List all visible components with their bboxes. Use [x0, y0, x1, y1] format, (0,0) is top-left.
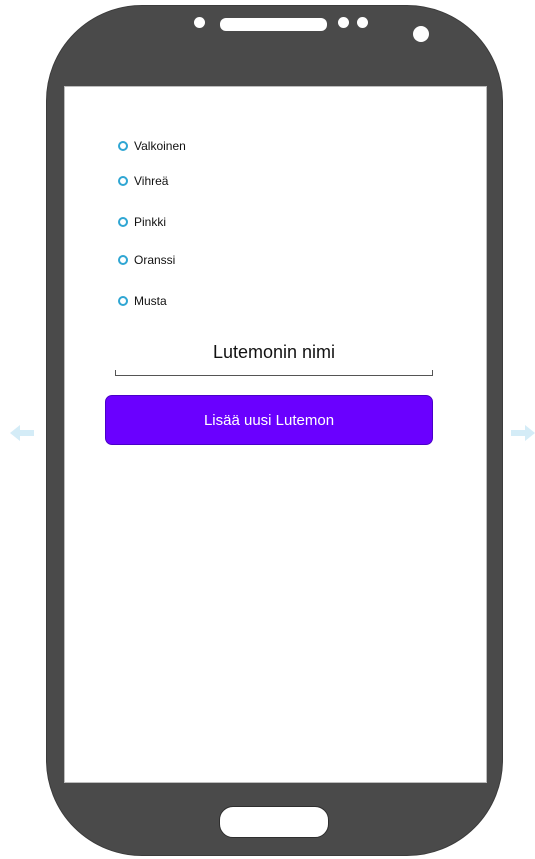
- canvas: Valkoinen Vihreä Pinkki Oranssi Musta Lu…: [0, 0, 535, 859]
- front-camera-lens: [413, 26, 429, 42]
- radio-label: Pinkki: [134, 215, 167, 229]
- radio-button-icon[interactable]: [118, 141, 128, 151]
- input-underline: [115, 370, 433, 376]
- radio-button-icon[interactable]: [118, 217, 128, 227]
- sensor-dot: [338, 17, 349, 28]
- front-camera-dot: [194, 17, 205, 28]
- radio-button-icon[interactable]: [118, 176, 128, 186]
- radio-label: Musta: [134, 294, 167, 308]
- radio-option-vihrea[interactable]: Vihreä: [118, 173, 168, 189]
- radio-option-musta[interactable]: Musta: [118, 293, 167, 309]
- radio-button-icon[interactable]: [118, 255, 128, 265]
- arrow-left-icon[interactable]: [10, 424, 34, 442]
- radio-option-valkoinen[interactable]: Valkoinen: [118, 138, 186, 154]
- radio-option-pinkki[interactable]: Pinkki: [118, 214, 166, 230]
- name-input-value: Lutemonin nimi: [212, 342, 336, 362]
- lutemon-name-input[interactable]: Lutemonin nimi: [115, 338, 433, 378]
- arrow-right-icon[interactable]: [511, 424, 535, 442]
- add-lutemon-button[interactable]: Lisää uusi Lutemon: [105, 395, 433, 445]
- radio-label: Valkoinen: [134, 139, 186, 153]
- speaker-grille: [220, 18, 327, 31]
- sensor-dot: [357, 17, 368, 28]
- radio-label: Vihreä: [134, 174, 169, 188]
- radio-button-icon[interactable]: [118, 296, 128, 306]
- radio-label: Oranssi: [134, 253, 176, 267]
- home-button[interactable]: [219, 806, 329, 838]
- radio-option-oranssi[interactable]: Oranssi: [118, 252, 175, 268]
